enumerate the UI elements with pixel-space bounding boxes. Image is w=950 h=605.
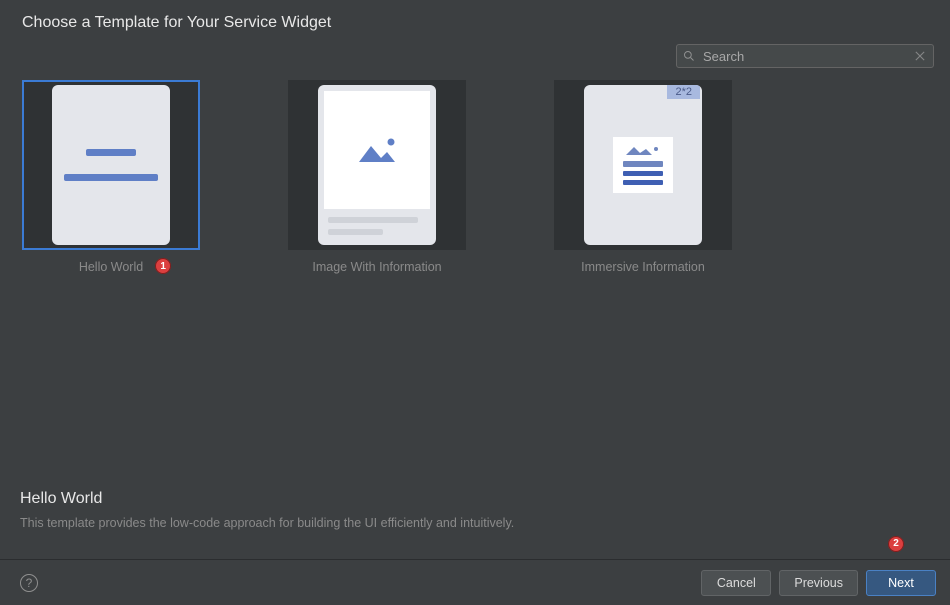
template-label: Immersive Information — [581, 260, 705, 274]
clear-search-icon[interactable] — [913, 49, 927, 63]
template-image-with-information[interactable]: Image With Information — [288, 80, 466, 274]
footer-buttons: 2 Cancel Previous Next — [701, 570, 936, 596]
cancel-button[interactable]: Cancel — [701, 570, 771, 596]
preview-line — [86, 149, 136, 156]
template-thumb — [22, 80, 200, 250]
size-badge: 2*2 — [667, 85, 700, 99]
preview-image-area — [324, 91, 430, 209]
search-icon — [683, 50, 695, 62]
template-hello-world[interactable]: Hello World 1 — [22, 80, 200, 274]
image-icon — [353, 132, 401, 168]
preview-text-lines — [324, 209, 430, 239]
previous-button[interactable]: Previous — [779, 570, 858, 596]
template-description: Hello World This template provides the l… — [20, 490, 930, 530]
search-box[interactable] — [676, 44, 934, 68]
immersive-preview: 2*2 — [584, 85, 702, 245]
template-label-text: Hello World — [79, 260, 143, 274]
help-icon[interactable]: ? — [20, 574, 38, 592]
hello-world-preview — [52, 85, 170, 245]
footer: ? 2 Cancel Previous Next — [0, 559, 950, 605]
search-row — [0, 36, 950, 78]
header: Choose a Template for Your Service Widge… — [0, 0, 950, 36]
template-label: Hello World 1 — [79, 260, 143, 274]
template-immersive-information[interactable]: 2*2 Immersive Information — [554, 80, 732, 274]
template-grid: Hello World 1 — [0, 78, 950, 274]
callout-badge-1: 1 — [155, 258, 171, 274]
description-title: Hello World — [20, 490, 930, 508]
next-button[interactable]: Next — [866, 570, 936, 596]
search-input[interactable] — [701, 48, 907, 65]
preview-card — [613, 137, 673, 193]
template-label: Image With Information — [312, 260, 441, 274]
template-wizard-window: Choose a Template for Your Service Widge… — [0, 0, 950, 605]
help-glyph: ? — [26, 576, 33, 590]
image-icon — [624, 145, 662, 157]
page-title: Choose a Template for Your Service Widge… — [22, 14, 928, 32]
preview-line — [64, 174, 158, 181]
template-thumb: 2*2 — [554, 80, 732, 250]
callout-badge-2: 2 — [888, 536, 904, 552]
image-info-preview — [318, 85, 436, 245]
template-thumb — [288, 80, 466, 250]
description-body: This template provides the low-code appr… — [20, 516, 930, 530]
